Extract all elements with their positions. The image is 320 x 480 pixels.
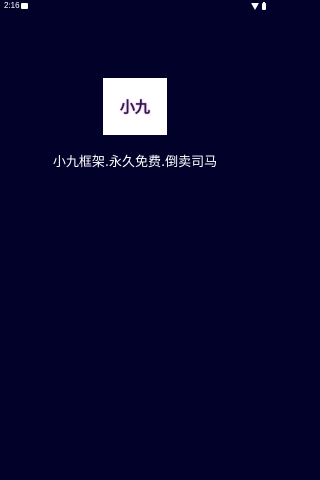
app-logo: 小九 [103,78,167,135]
status-bar: 2:16 [0,0,270,12]
status-icons [251,1,266,10]
wifi-icon [251,2,259,10]
notification-icon [21,3,28,9]
battery-icon [262,1,266,10]
app-tagline: 小九框架.永久免费.倒卖司马 [52,155,218,170]
app-logo-text: 小九 [119,98,150,116]
status-time: 2:16 [4,1,20,10]
